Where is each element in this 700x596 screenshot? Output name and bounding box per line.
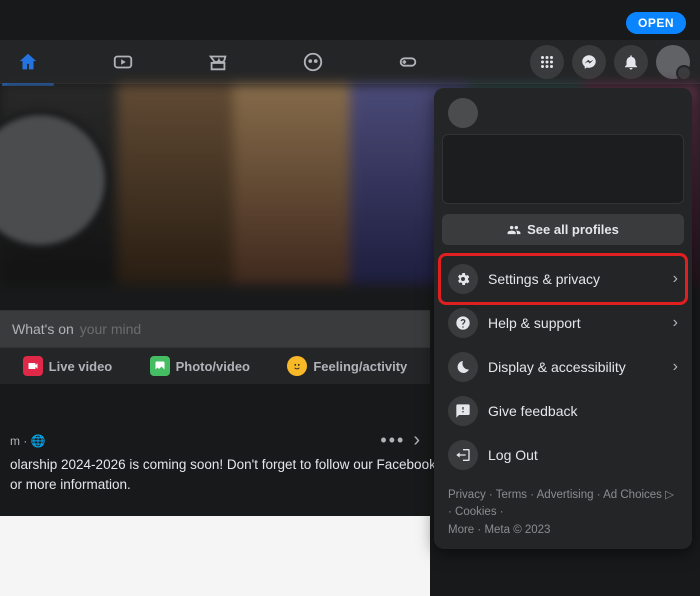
composer: What's on your mind Live video Photo/vid… <box>0 310 430 384</box>
post-next-button[interactable]: › <box>413 429 420 452</box>
gaming-icon <box>397 51 419 73</box>
bell-icon <box>622 53 640 71</box>
groups-icon <box>302 51 324 73</box>
footer-privacy[interactable]: Privacy <box>448 489 496 501</box>
nav-gaming[interactable] <box>388 40 428 84</box>
chevron-right-icon: › <box>673 358 678 376</box>
post-meta-row: m · 🌐 ••• › <box>0 425 430 456</box>
see-all-profiles-button[interactable]: See all profiles <box>442 214 684 245</box>
photo-icon <box>150 356 170 376</box>
composer-prompt-prefix: What's on <box>12 321 74 337</box>
menu-settings-privacy[interactable]: Settings & privacy › <box>442 257 684 301</box>
menu-grid-button[interactable] <box>530 45 564 79</box>
nav-groups[interactable] <box>293 40 333 84</box>
nav-marketplace[interactable] <box>198 40 238 84</box>
gear-icon <box>448 264 478 294</box>
menu-display-accessibility[interactable]: Display & accessibility › <box>442 345 684 389</box>
marketplace-icon <box>207 51 229 73</box>
feedback-icon <box>448 396 478 426</box>
chevron-right-icon: › <box>673 270 678 288</box>
post-more-button[interactable]: ••• <box>380 430 405 451</box>
post-text-line1: olarship 2024-2026 is coming soon! Don't… <box>10 457 496 472</box>
see-all-profiles-label: See all profiles <box>527 222 619 237</box>
grid-icon <box>538 53 556 71</box>
footer-meta: Meta © 2023 <box>484 524 550 536</box>
menu-feedback-label: Give feedback <box>488 403 578 419</box>
menu-give-feedback[interactable]: Give feedback <box>442 389 684 433</box>
account-button[interactable] <box>656 45 690 79</box>
nav-home[interactable] <box>8 40 48 84</box>
notifications-button[interactable] <box>614 45 648 79</box>
composer-live-button[interactable]: Live video <box>23 356 113 376</box>
menu-help-support[interactable]: Help & support › <box>442 301 684 345</box>
footer-cookies[interactable]: Cookies <box>455 506 504 518</box>
post-timestamp: m · 🌐 <box>10 434 46 448</box>
menu-log-out[interactable]: Log Out <box>442 433 684 477</box>
post-text-line2: or more information. <box>10 477 131 492</box>
live-icon <box>23 356 43 376</box>
messenger-button[interactable] <box>572 45 606 79</box>
footer-terms[interactable]: Terms <box>496 489 537 501</box>
nav-watch[interactable] <box>103 40 143 84</box>
nav-right <box>530 45 690 79</box>
footer-more[interactable]: More <box>448 524 484 536</box>
feeling-icon <box>287 356 307 376</box>
composer-live-label: Live video <box>49 359 113 374</box>
messenger-icon <box>580 53 598 71</box>
watch-icon <box>112 51 134 73</box>
menu-avatar[interactable] <box>448 98 478 128</box>
composer-input[interactable]: What's on your mind <box>0 311 430 348</box>
account-menu: See all profiles Settings & privacy › He… <box>434 88 692 549</box>
nav-tabs <box>8 40 428 84</box>
composer-photo-button[interactable]: Photo/video <box>150 356 250 376</box>
menu-footer: PrivacyTermsAdvertisingAd Choices ▷Cooki… <box>442 487 684 539</box>
post-image[interactable] <box>0 516 430 596</box>
composer-actions: Live video Photo/video Feeling/activity <box>0 348 430 384</box>
composer-prompt-suffix: your mind <box>80 321 141 337</box>
composer-feeling-button[interactable]: Feeling/activity <box>287 356 407 376</box>
home-icon <box>17 51 39 73</box>
chevron-right-icon: › <box>673 314 678 332</box>
open-app-button[interactable]: OPEN <box>626 12 686 34</box>
menu-display-label: Display & accessibility <box>488 359 626 375</box>
menu-settings-label: Settings & privacy <box>488 271 600 287</box>
moon-icon <box>448 352 478 382</box>
menu-profile-card[interactable] <box>442 134 684 204</box>
menu-logout-label: Log Out <box>488 447 538 463</box>
footer-advertising[interactable]: Advertising <box>537 489 603 501</box>
top-navbar <box>0 40 700 84</box>
composer-photo-label: Photo/video <box>176 359 250 374</box>
logout-icon <box>448 440 478 470</box>
help-icon <box>448 308 478 338</box>
profiles-icon <box>507 223 521 237</box>
composer-feeling-label: Feeling/activity <box>313 359 407 374</box>
menu-help-label: Help & support <box>488 315 581 331</box>
